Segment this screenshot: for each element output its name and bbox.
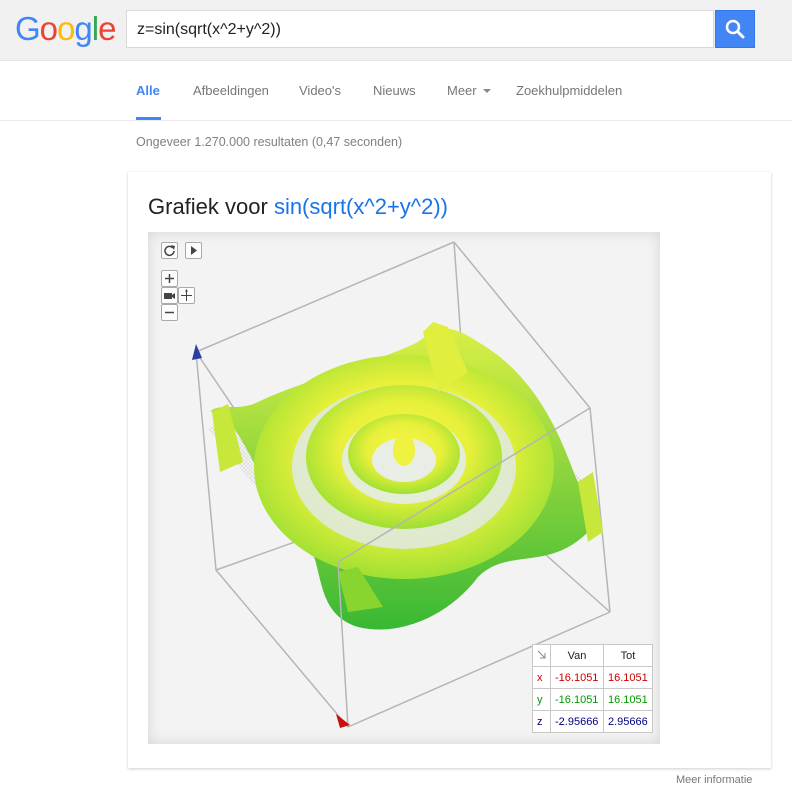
plus-icon [165, 274, 174, 283]
axis-label: y [532, 688, 551, 711]
tab-alle[interactable]: Alle [136, 83, 160, 98]
range-from-input[interactable]: -16.1051 [550, 688, 604, 711]
zoom-out-button[interactable] [161, 304, 178, 321]
pan-mode-button[interactable] [178, 287, 195, 304]
range-from-input[interactable]: -16.1051 [550, 666, 604, 689]
range-row-z: z -2.95666 2.95666 [532, 710, 653, 733]
range-to-input[interactable]: 16.1051 [603, 666, 653, 689]
axis-label: x [532, 666, 551, 689]
reset-view-button[interactable] [161, 242, 178, 259]
top-bar: Google z=sin(sqrt(x^2+y^2)) [0, 0, 792, 61]
tab-meer[interactable]: Meer [447, 83, 492, 98]
col-from-header: Van [550, 644, 604, 667]
tab-zoekhulpmiddelen[interactable]: Zoekhulpmiddelen [516, 83, 622, 98]
range-table: Van Tot x -16.1051 16.1051 y -16.1051 16… [532, 644, 653, 733]
range-row-y: y -16.1051 16.1051 [532, 688, 653, 711]
range-from-input[interactable]: -2.95666 [550, 710, 604, 733]
z-axis-marker [192, 344, 202, 360]
card-title: Grafiek voor sin(sqrt(x^2+y^2)) [148, 194, 448, 220]
tab-meer-label: Meer [447, 83, 477, 98]
pan-icon [181, 289, 192, 301]
more-info-link[interactable]: Meer informatie [676, 774, 752, 786]
graph-card: Grafiek voor sin(sqrt(x^2+y^2)) Van Tot … [128, 172, 771, 768]
tab-afbeeldingen[interactable]: Afbeeldingen [193, 83, 269, 98]
zoom-in-button[interactable] [161, 270, 178, 287]
camera-mode-button[interactable] [161, 287, 178, 304]
collapse-icon [537, 650, 546, 658]
minus-icon [165, 311, 174, 314]
play-icon [191, 246, 197, 255]
search-button[interactable] [715, 10, 755, 48]
tab-nieuws[interactable]: Nieuws [373, 83, 416, 98]
play-rotate-button[interactable] [185, 242, 202, 259]
search-icon [725, 19, 745, 39]
chevron-down-icon [483, 89, 492, 93]
surface-center-peak [393, 434, 415, 466]
camera-icon [164, 293, 175, 299]
active-tab-indicator [136, 117, 161, 120]
function-link[interactable]: sin(sqrt(x^2+y^2)) [274, 194, 448, 219]
range-to-input[interactable]: 2.95666 [603, 710, 653, 733]
search-tabs: Alle Afbeeldingen Video's Nieuws Meer Zo… [0, 61, 792, 121]
range-to-input[interactable]: 16.1051 [603, 688, 653, 711]
axis-label: z [532, 710, 551, 733]
refresh-icon [164, 245, 175, 257]
range-table-toggle[interactable] [532, 644, 551, 667]
graph-3d-viewport[interactable]: Van Tot x -16.1051 16.1051 y -16.1051 16… [148, 232, 660, 744]
tab-videos[interactable]: Video's [299, 83, 341, 98]
card-title-prefix: Grafiek voor [148, 194, 274, 219]
google-logo[interactable]: Google [15, 10, 116, 48]
range-row-x: x -16.1051 16.1051 [532, 666, 653, 689]
col-to-header: Tot [603, 644, 653, 667]
search-input[interactable]: z=sin(sqrt(x^2+y^2)) [126, 10, 714, 48]
results-stats: Ongeveer 1.270.000 resultaten (0,47 seco… [136, 135, 403, 149]
